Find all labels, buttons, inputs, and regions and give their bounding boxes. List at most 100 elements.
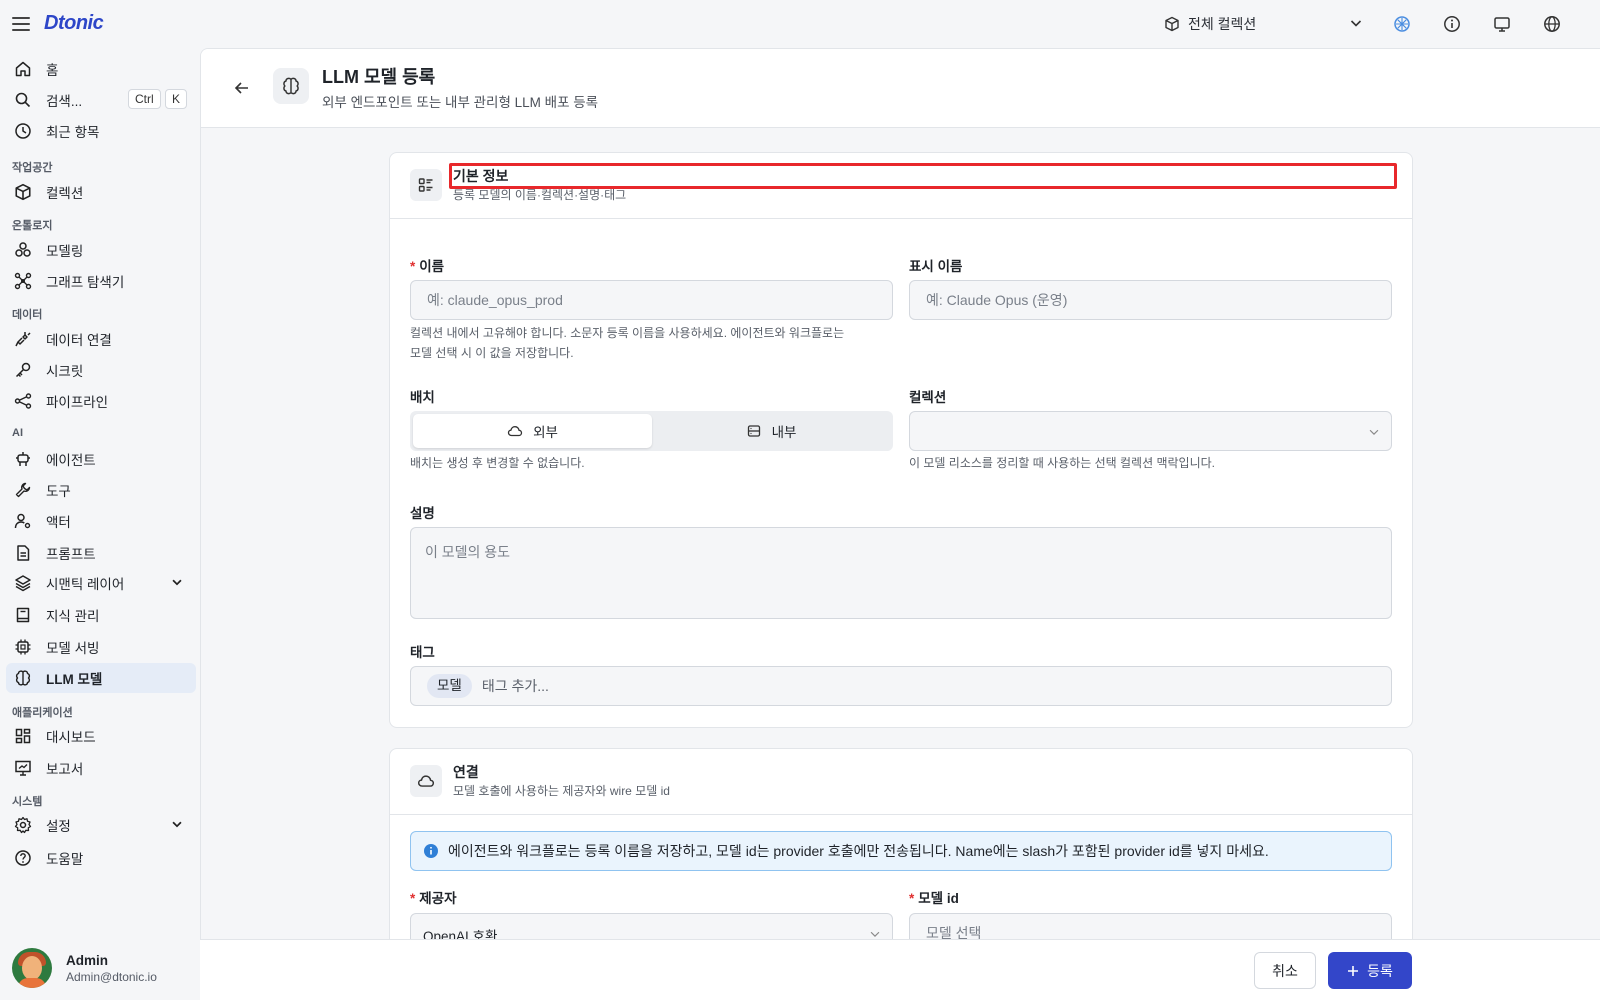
sidebar-item-label: 도움말 xyxy=(46,852,84,867)
sidebar-item-label: 검색... xyxy=(46,94,83,109)
sidebar-item-label: 파이프라인 xyxy=(46,395,109,410)
display-name-label: 표시 이름 xyxy=(909,259,963,274)
sidebar-item-knowledge[interactable]: 지식 관리 xyxy=(6,600,196,630)
collection-selector[interactable]: 전체 컬렉션 xyxy=(1164,12,1364,36)
sidebar-item-label: 대시보드 xyxy=(46,730,96,745)
sidebar-item-reports[interactable]: 보고서 xyxy=(6,753,196,783)
app-logo[interactable]: Dtonic xyxy=(44,12,104,35)
sidebar-item-help[interactable]: 도움말 xyxy=(6,843,196,873)
tag-chip[interactable]: 모델 xyxy=(427,674,472,698)
model-id-input[interactable] xyxy=(909,913,1392,940)
form-footer: 취소 등록 xyxy=(200,939,1600,1000)
shapes-icon xyxy=(14,241,32,259)
sidebar-item-model-serving[interactable]: 모델 서빙 xyxy=(6,632,196,662)
card-header: 기본 정보 등록 모델의 이름·컬렉션·설명·태그 xyxy=(390,153,1412,219)
sidebar-item-pipelines[interactable]: 파이프라인 xyxy=(6,386,196,416)
monitor-icon[interactable] xyxy=(1490,12,1514,36)
sidebar-item-tools[interactable]: 도구 xyxy=(6,475,196,505)
wrench-icon xyxy=(14,481,32,499)
help-circle-icon xyxy=(14,849,32,867)
deployment-toggle: 외부 내부 xyxy=(410,411,893,451)
sidebar-item-agents[interactable]: 에이전트 xyxy=(6,444,196,474)
chevron-down-icon xyxy=(172,579,182,586)
description-textarea[interactable] xyxy=(410,527,1392,619)
user-email: Admin@dtonic.io xyxy=(66,969,157,984)
collection-label: 컬렉션 xyxy=(909,390,947,405)
page-title: LLM 모델 등록 xyxy=(322,67,436,87)
page-header: LLM 모델 등록 외부 엔드포인트 또는 내부 관리형 LLM 배포 등록 xyxy=(201,49,1600,128)
user-profile[interactable]: Admin Admin@dtonic.io xyxy=(12,946,192,990)
sidebar-item-label: 지식 관리 xyxy=(46,609,100,624)
tags-input-box[interactable]: 모델 xyxy=(410,666,1392,706)
user-name: Admin xyxy=(66,952,108,968)
cube-icon xyxy=(14,183,32,201)
sidebar-item-collections[interactable]: 컬렉션 xyxy=(6,177,196,207)
deployment-helper-text: 배치는 생성 후 변경할 수 없습니다. xyxy=(410,456,585,470)
sidebar-item-label: 프롬프트 xyxy=(46,547,96,562)
name-helper-text: 컬렉션 내에서 고유해야 합니다. 소문자 등록 이름을 사용하세요. 에이전트… xyxy=(410,326,845,360)
sidebar-item-settings[interactable]: 설정 xyxy=(6,810,196,840)
section-label-data: 데이터 xyxy=(12,309,43,321)
shortcut-key-ctrl: Ctrl xyxy=(128,89,161,109)
chevron-down-icon xyxy=(172,821,182,828)
sidebar-item-dashboards[interactable]: 대시보드 xyxy=(6,721,196,751)
display-name-input[interactable] xyxy=(909,280,1392,320)
info-icon[interactable] xyxy=(1440,12,1464,36)
top-bar: Dtonic 전체 컬렉션 xyxy=(0,0,1600,48)
collection-select[interactable] xyxy=(909,411,1392,451)
list-detail-icon xyxy=(410,169,442,201)
key-icon xyxy=(14,361,32,379)
ai-assistant-icon[interactable] xyxy=(1390,12,1414,36)
sidebar-item-label: 액터 xyxy=(46,515,71,530)
sidebar-item-llm-models[interactable]: LLM 모델 xyxy=(6,663,196,693)
deployment-label: 배치 xyxy=(410,390,435,405)
hamburger-menu-icon[interactable] xyxy=(12,14,30,34)
sidebar-item-actors[interactable]: 액터 xyxy=(6,506,196,536)
sidebar-item-semantic-layer[interactable]: 시맨틱 레이어 xyxy=(6,568,196,598)
globe-icon[interactable] xyxy=(1540,12,1564,36)
clock-icon xyxy=(14,122,32,140)
user-gear-icon xyxy=(14,512,32,530)
gear-icon xyxy=(14,816,32,834)
sidebar-item-label: 에이전트 xyxy=(46,453,96,468)
sidebar-item-label: 최근 항목 xyxy=(46,125,100,140)
chevron-down-icon xyxy=(1350,20,1362,27)
sidebar-item-label: 시크릿 xyxy=(46,364,84,379)
cancel-button[interactable]: 취소 xyxy=(1254,952,1316,989)
model-id-label: * 모델 id xyxy=(909,891,959,906)
sidebar-item-data-connection[interactable]: 데이터 연결 xyxy=(6,324,196,354)
info-circle-icon xyxy=(424,844,438,858)
sidebar-item-label: 모델 서빙 xyxy=(46,641,100,656)
sidebar-item-home[interactable]: 홈 xyxy=(6,54,196,84)
page-subtitle: 외부 엔드포인트 또는 내부 관리형 LLM 배포 등록 xyxy=(322,95,599,110)
sidebar-item-label: LLM 모델 xyxy=(46,672,103,687)
sidebar-item-label: 홈 xyxy=(46,63,59,78)
sidebar-item-label: 데이터 연결 xyxy=(46,333,112,348)
sidebar-item-recent[interactable]: 최근 항목 xyxy=(6,116,196,146)
provider-select[interactable]: OpenAI 호환 xyxy=(410,913,893,940)
provider-select-value: OpenAI 호환 xyxy=(423,929,498,940)
provider-label: * 제공자 xyxy=(410,891,457,906)
server-icon xyxy=(746,423,762,439)
avatar xyxy=(12,948,52,988)
deployment-external-button[interactable]: 외부 xyxy=(413,414,652,448)
back-arrow-icon[interactable] xyxy=(231,77,253,99)
presentation-icon xyxy=(14,759,32,777)
sidebar: 홈 검색... Ctrl K 최근 항목 작업공간 컬렉션 온톨로지 모델링 그… xyxy=(0,48,200,1000)
deployment-internal-button[interactable]: 내부 xyxy=(652,414,890,448)
brain-icon xyxy=(14,669,32,687)
sidebar-item-label: 보고서 xyxy=(46,762,84,777)
tag-input[interactable] xyxy=(481,678,1082,694)
register-button[interactable]: 등록 xyxy=(1328,952,1412,989)
chevron-down-icon xyxy=(1369,429,1379,436)
sidebar-item-secrets[interactable]: 시크릿 xyxy=(6,355,196,385)
sidebar-item-search[interactable]: 검색... Ctrl K xyxy=(6,85,196,115)
sidebar-item-modeling[interactable]: 모델링 xyxy=(6,235,196,265)
name-input[interactable] xyxy=(410,280,893,320)
plus-icon xyxy=(1347,965,1359,977)
chip-icon xyxy=(14,638,32,656)
deployment-external-label: 외부 xyxy=(533,425,558,440)
sidebar-item-prompts[interactable]: 프롬프트 xyxy=(6,538,196,568)
sidebar-item-label: 시맨틱 레이어 xyxy=(46,577,125,592)
sidebar-item-graph-explorer[interactable]: 그래프 탐색기 xyxy=(6,266,196,296)
